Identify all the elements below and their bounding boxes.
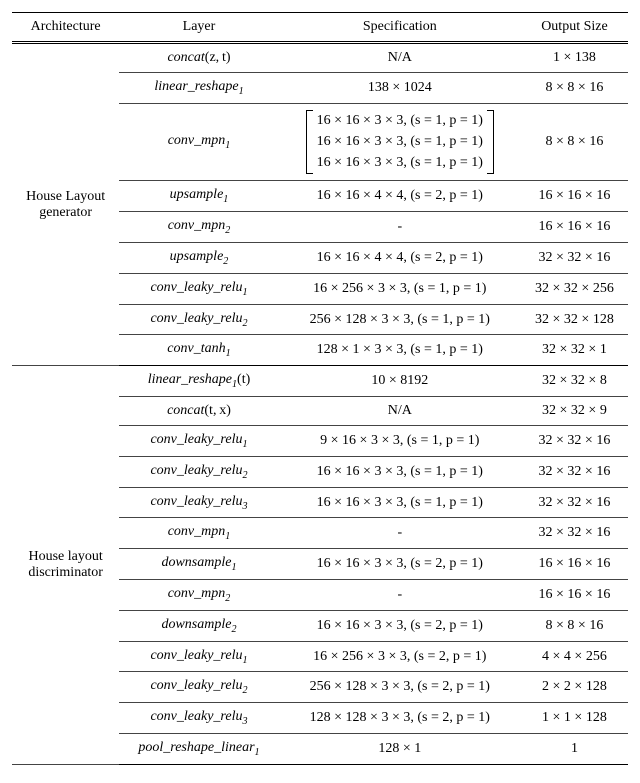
layer-cell: conv_leaky_relu1: [119, 641, 278, 672]
spec-cell: 16 × 16 × 3 × 3, (s = 1, p = 1): [279, 487, 521, 518]
spec-cell: 16 × 256 × 3 × 3, (s = 2, p = 1): [279, 641, 521, 672]
spec-cell: N/A: [279, 397, 521, 426]
spec-cell: 256 × 128 × 3 × 3, (s = 1, p = 1): [279, 304, 521, 335]
spec-cell: 16 × 16 × 4 × 4, (s = 2, p = 1): [279, 243, 521, 274]
output-size-cell: 1 × 138: [521, 43, 628, 73]
spec-cell: 16 × 16 × 3 × 3, (s = 1, p = 1): [279, 456, 521, 487]
col-spec: Specification: [279, 13, 521, 43]
spec-cell: 138 × 1024: [279, 73, 521, 104]
col-out: Output Size: [521, 13, 628, 43]
architecture-table: Architecture Layer Specification Output …: [12, 12, 628, 765]
spec-cell: 10 × 8192: [279, 366, 521, 397]
output-size-cell: 32 × 32 × 16: [521, 456, 628, 487]
table-row: House layoutdiscriminatorlinear_reshape1…: [12, 366, 628, 397]
output-size-cell: 32 × 32 × 1: [521, 335, 628, 366]
col-layer: Layer: [119, 13, 278, 43]
col-arch: Architecture: [12, 13, 119, 43]
spec-cell: N/A: [279, 43, 521, 73]
spec-cell: 128 × 128 × 3 × 3, (s = 2, p = 1): [279, 703, 521, 734]
output-size-cell: 32 × 32 × 128: [521, 304, 628, 335]
layer-cell: conv_mpn2: [119, 580, 278, 611]
output-size-cell: 16 × 16 × 16: [521, 580, 628, 611]
output-size-cell: 32 × 32 × 16: [521, 487, 628, 518]
table-row: House Layoutgeneratorconcat(z, t)N/A1 × …: [12, 43, 628, 73]
output-size-cell: 32 × 32 × 16: [521, 426, 628, 457]
spec-cell: 128 × 1: [279, 734, 521, 765]
layer-cell: conv_leaky_relu3: [119, 487, 278, 518]
output-size-cell: 32 × 32 × 256: [521, 273, 628, 304]
spec-cell: 9 × 16 × 3 × 3, (s = 1, p = 1): [279, 426, 521, 457]
output-size-cell: 32 × 32 × 16: [521, 518, 628, 549]
spec-cell: 16 × 16 × 4 × 4, (s = 2, p = 1): [279, 181, 521, 212]
layer-cell: downsample2: [119, 610, 278, 641]
header-row: Architecture Layer Specification Output …: [12, 13, 628, 43]
output-size-cell: 16 × 16 × 16: [521, 181, 628, 212]
output-size-cell: 1 × 1 × 128: [521, 703, 628, 734]
layer-cell: conv_leaky_relu2: [119, 672, 278, 703]
output-size-cell: 16 × 16 × 16: [521, 549, 628, 580]
output-size-cell: 16 × 16 × 16: [521, 212, 628, 243]
output-size-cell: 4 × 4 × 256: [521, 641, 628, 672]
output-size-cell: 8 × 8 × 16: [521, 103, 628, 181]
layer-cell: concat(z, t): [119, 43, 278, 73]
layer-cell: linear_reshape1(t): [119, 366, 278, 397]
layer-cell: conv_mpn1: [119, 103, 278, 181]
layer-cell: conv_leaky_relu1: [119, 273, 278, 304]
layer-cell: upsample1: [119, 181, 278, 212]
layer-cell: concat(t, x): [119, 397, 278, 426]
architecture-cell: House layoutdiscriminator: [12, 366, 119, 765]
architecture-cell: House Layoutgenerator: [12, 43, 119, 366]
spec-cell: 16 × 256 × 3 × 3, (s = 1, p = 1): [279, 273, 521, 304]
spec-cell: 16 × 16 × 3 × 3, (s = 2, p = 1): [279, 610, 521, 641]
layer-cell: conv_leaky_relu2: [119, 304, 278, 335]
spec-cell: 256 × 128 × 3 × 3, (s = 2, p = 1): [279, 672, 521, 703]
output-size-cell: 32 × 32 × 16: [521, 243, 628, 274]
spec-cell: -: [279, 212, 521, 243]
spec-cell: 16 × 16 × 3 × 3, (s = 1, p = 1)16 × 16 ×…: [279, 103, 521, 181]
layer-cell: downsample1: [119, 549, 278, 580]
layer-cell: conv_leaky_relu3: [119, 703, 278, 734]
output-size-cell: 32 × 32 × 9: [521, 397, 628, 426]
output-size-cell: 8 × 8 × 16: [521, 73, 628, 104]
output-size-cell: 1: [521, 734, 628, 765]
spec-cell: -: [279, 518, 521, 549]
layer-cell: conv_leaky_relu2: [119, 456, 278, 487]
output-size-cell: 8 × 8 × 16: [521, 610, 628, 641]
layer-cell: conv_mpn1: [119, 518, 278, 549]
output-size-cell: 2 × 2 × 128: [521, 672, 628, 703]
layer-cell: conv_mpn2: [119, 212, 278, 243]
layer-cell: conv_tanh1: [119, 335, 278, 366]
spec-cell: 128 × 1 × 3 × 3, (s = 1, p = 1): [279, 335, 521, 366]
spec-cell: 16 × 16 × 3 × 3, (s = 2, p = 1): [279, 549, 521, 580]
layer-cell: pool_reshape_linear1: [119, 734, 278, 765]
layer-cell: upsample2: [119, 243, 278, 274]
output-size-cell: 32 × 32 × 8: [521, 366, 628, 397]
spec-cell: -: [279, 580, 521, 611]
layer-cell: conv_leaky_relu1: [119, 426, 278, 457]
layer-cell: linear_reshape1: [119, 73, 278, 104]
